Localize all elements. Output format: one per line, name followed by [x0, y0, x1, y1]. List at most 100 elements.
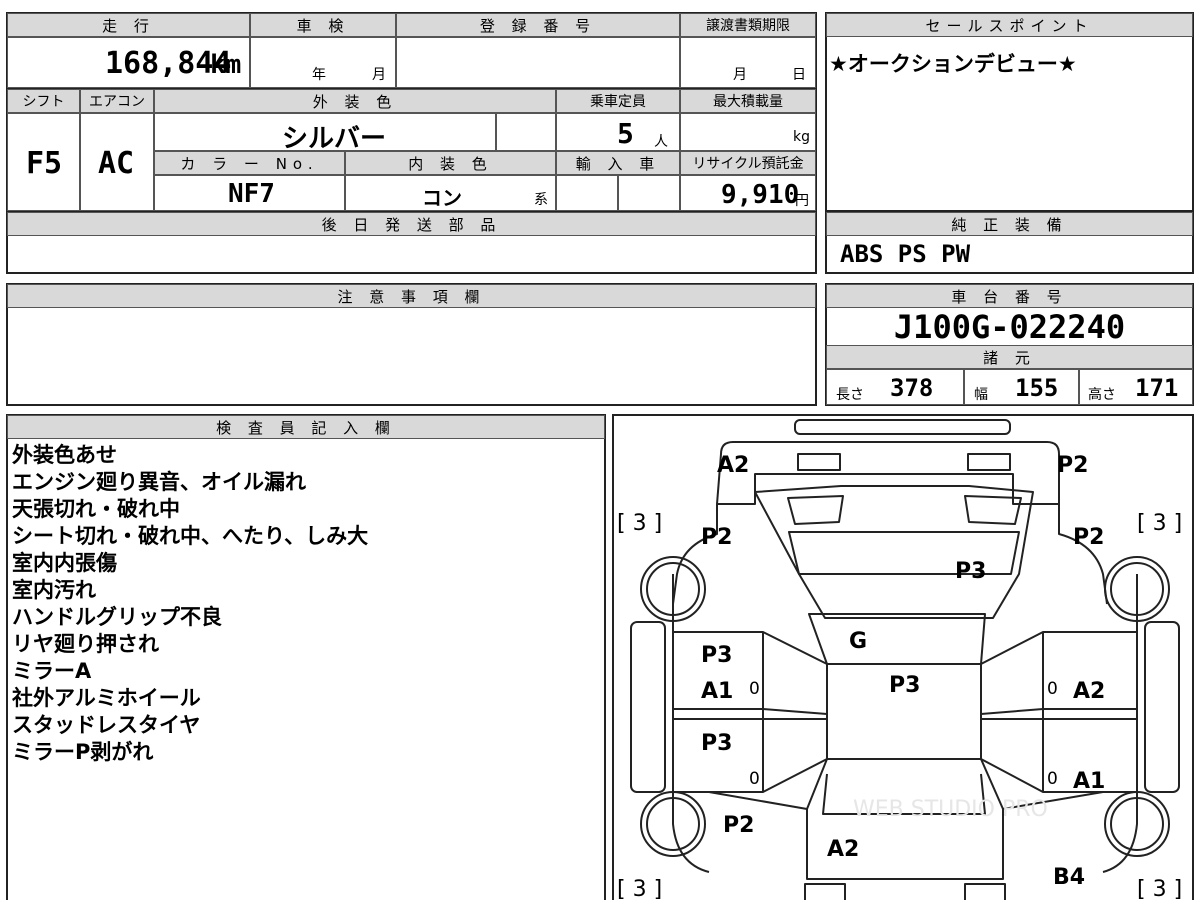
exterior-value: シルバー [282, 124, 387, 154]
inspection-month-unit: 月 [372, 67, 386, 83]
registration-header: 登 録 番 号 [396, 13, 680, 37]
tire-rear-left: [ 3 ] [617, 877, 662, 900]
length-label: 長さ [836, 387, 864, 403]
vent-left-shape [787, 495, 844, 525]
body-outline-shape [1058, 504, 1108, 605]
height-value: 171 [1135, 374, 1179, 402]
color-no-header: カ ラ ー No. [154, 151, 345, 175]
inspector-note: 室内汚れ [12, 578, 96, 602]
height-label: 高さ [1088, 387, 1116, 403]
width-label: 幅 [974, 387, 988, 403]
front-panel-shape [716, 441, 1060, 505]
transfer-month-unit: 月 [733, 67, 747, 83]
inspector-note: スタッドレスタイヤ [12, 713, 201, 737]
inspector-header: 検 査 員 記 入 欄 [7, 415, 605, 439]
maxload-header: 最大積載量 [680, 89, 816, 113]
mark-roof: P3 [889, 673, 920, 698]
interior-value: コン [422, 186, 462, 210]
front-bumper-shape [794, 419, 1011, 435]
right-step-shape [1144, 621, 1180, 793]
capacity-unit: 人 [654, 134, 668, 150]
left-front-door-shape [673, 631, 828, 665]
caution-header: 注 意 事 項 欄 [7, 284, 816, 308]
tire-front-right: [ 3 ] [1137, 511, 1182, 536]
mark-door-rear-right-zero: 0 [1047, 769, 1058, 789]
mark-front-left: A2 [717, 453, 749, 478]
import-header: 輸 入 車 [556, 151, 680, 175]
exterior-extra-cell [496, 113, 556, 151]
inspector-notes: 外装色あせ エンジン廻り異音、オイル漏れ 天張切れ・破れ中 シート切れ・破れ中、… [12, 442, 602, 766]
body-outline-shape [672, 504, 718, 605]
left-quarter-shape [708, 791, 808, 810]
inspection-header: 車 検 [250, 13, 396, 37]
equipment-header: 純 正 装 備 [826, 212, 1193, 236]
interior-header: 内 装 色 [345, 151, 556, 175]
inspector-note: ミラーA [12, 659, 92, 683]
headlight-left-shape [797, 453, 841, 471]
inspection-year-unit: 年 [312, 67, 326, 83]
inspector-note: エンジン廻り異音、オイル漏れ [12, 470, 306, 494]
mileage-unit: km [210, 50, 242, 80]
inspector-note: 社外アルミホイール [12, 686, 201, 710]
windshield-shape [808, 613, 986, 665]
transfer-day-unit: 日 [792, 67, 806, 83]
shift-header: シフト [7, 89, 80, 113]
mark-door-front-left-zero: 0 [749, 679, 760, 699]
chassis-header: 車 台 番 号 [826, 284, 1193, 308]
car-diagram: WEB STUDIO PRO A2 P2 [ 3 ] [ 3 ] P2 P2 P… [617, 419, 1182, 900]
ac-header: エアコン [80, 89, 154, 113]
inspector-note: ミラーP剥がれ [12, 740, 154, 764]
mark-quarter-rear-right: B4 [1053, 865, 1085, 890]
mark-door-front-left-top: P3 [701, 643, 732, 668]
mark-door-rear-right: A1 [1073, 769, 1105, 794]
inspector-note: 天張切れ・破れ中 [12, 497, 180, 521]
rear-bumper-right-shape [964, 883, 1006, 900]
recycle-value: 9,910 [721, 180, 800, 210]
inspector-note: ハンドルグリップ不良 [12, 605, 222, 629]
tire-front-left: [ 3 ] [617, 511, 662, 536]
inspector-note: 外装色あせ [12, 443, 117, 467]
shift-value: F5 [26, 146, 63, 181]
watermark: WEB STUDIO PRO [853, 797, 1048, 822]
mark-front-right: P2 [1057, 453, 1088, 478]
mark-door-front-right: A2 [1073, 679, 1105, 704]
exterior-header: 外 装 色 [154, 89, 556, 113]
sales-point-header: セールスポイント [826, 13, 1193, 37]
import-cell-right [618, 175, 680, 211]
tire-rear-right: [ 3 ] [1137, 877, 1182, 900]
inspector-note: 室内内張傷 [12, 551, 117, 575]
mark-rear: A2 [827, 837, 859, 862]
right-door-divider-shape [980, 708, 1137, 715]
left-side-shape [672, 574, 710, 873]
interior-suffix: 系 [534, 192, 548, 208]
equipment-value: ABS PS PW [840, 240, 971, 268]
chassis-value: J100G-022240 [893, 308, 1126, 346]
ac-value: AC [98, 146, 135, 181]
sales-point-panel [825, 12, 1194, 212]
recycle-unit: 円 [795, 193, 809, 209]
transfer-header: 譲渡書類期限 [680, 13, 816, 37]
mark-door-front-left-bottom: A1 [701, 679, 733, 704]
mark-door-rear-left-zero: 0 [749, 769, 760, 789]
dimensions-header: 諸 元 [826, 345, 1193, 369]
mark-windshield: G [849, 629, 867, 654]
right-rear-door-shape [980, 758, 1137, 793]
mileage-header: 走 行 [7, 13, 250, 37]
headlight-right-shape [967, 453, 1011, 471]
capacity-value: 5 [617, 117, 634, 150]
mark-door-rear-left: P3 [701, 731, 732, 756]
color-no-value: NF7 [228, 179, 275, 209]
inspector-note: シート切れ・破れ中、へたり、しみ大 [12, 524, 369, 548]
mark-quarter-rear-left: P2 [723, 813, 754, 838]
maxload-unit: kg [793, 129, 810, 145]
later-parts-header: 後 日 発 送 部 品 [7, 212, 816, 236]
rear-bumper-left-shape [804, 883, 846, 900]
mark-door-front-right-zero: 0 [1047, 679, 1058, 699]
inspector-note: リヤ廻り押され [12, 632, 159, 656]
mark-fender-front-left: P2 [701, 525, 732, 550]
registration-cell [396, 37, 680, 88]
mark-fender-front-right: P2 [1073, 525, 1104, 550]
capacity-header: 乗車定員 [556, 89, 680, 113]
width-value: 155 [1015, 374, 1059, 402]
mark-hood: P3 [955, 559, 986, 584]
